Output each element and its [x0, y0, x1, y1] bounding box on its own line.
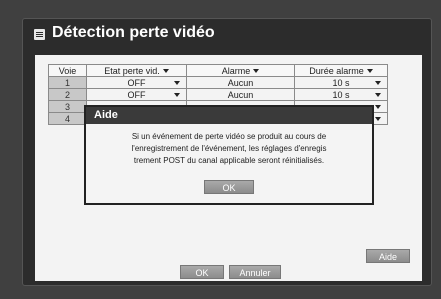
window-titlebar: Détection perte vidéo — [23, 19, 431, 51]
header-voie: Voie — [48, 64, 87, 77]
table-header-row: Voie Etat perte vid. Alarme Durée alarme — [48, 64, 388, 77]
chevron-down-icon — [375, 117, 381, 121]
alarme-cell[interactable]: Aucun — [186, 76, 295, 89]
channel-number: 3 — [48, 100, 87, 113]
header-duree-sort[interactable]: Durée alarme — [294, 64, 388, 77]
sort-down-icon — [366, 69, 373, 74]
channel-number: 1 — [48, 76, 87, 89]
dialog-message-line: trement POST du canal applicable seront … — [133, 156, 325, 165]
dialog-message-line: Si un événement de perte vidéo se produi… — [131, 132, 327, 141]
cancel-button[interactable]: Annuler — [229, 265, 281, 279]
chevron-down-icon — [375, 93, 381, 97]
table-row: 2 OFF Aucun 10 s — [48, 88, 388, 101]
channel-number: 4 — [48, 112, 87, 125]
dialog-ok-button[interactable]: OK — [204, 180, 254, 194]
ok-button[interactable]: OK — [180, 265, 224, 279]
help-button[interactable]: Aide — [366, 249, 410, 263]
dialog-message-line: l'enregistrement de l'événement, les rég… — [131, 144, 327, 153]
chevron-down-icon — [174, 81, 180, 85]
etat-dropdown[interactable]: OFF — [86, 76, 187, 89]
dialog-message: Si un événement de perte vidéo se produi… — [92, 131, 366, 167]
screen-background: Détection perte vidéo Voie Etat perte vi… — [0, 0, 441, 299]
chevron-down-icon — [375, 81, 381, 85]
duree-dropdown[interactable]: 10 s — [294, 88, 388, 101]
duree-dropdown[interactable]: 10 s — [294, 76, 388, 89]
window-title: Détection perte vidéo — [52, 24, 215, 41]
table-row: 1 OFF Aucun 10 s — [48, 76, 388, 89]
etat-dropdown[interactable]: OFF — [86, 88, 187, 101]
chevron-down-icon — [174, 93, 180, 97]
menu-list-icon — [34, 29, 45, 40]
channel-number: 2 — [48, 88, 87, 101]
header-etat-sort[interactable]: Etat perte vid. — [86, 64, 187, 77]
alarme-cell[interactable]: Aucun — [186, 88, 295, 101]
sort-down-icon — [253, 69, 260, 74]
chevron-down-icon — [375, 105, 381, 109]
sort-down-icon — [162, 69, 169, 74]
header-alarme-sort[interactable]: Alarme — [186, 64, 295, 77]
dialog-title: Aide — [86, 107, 372, 124]
help-dialog: Aide Si un événement de perte vidéo se p… — [84, 105, 374, 205]
